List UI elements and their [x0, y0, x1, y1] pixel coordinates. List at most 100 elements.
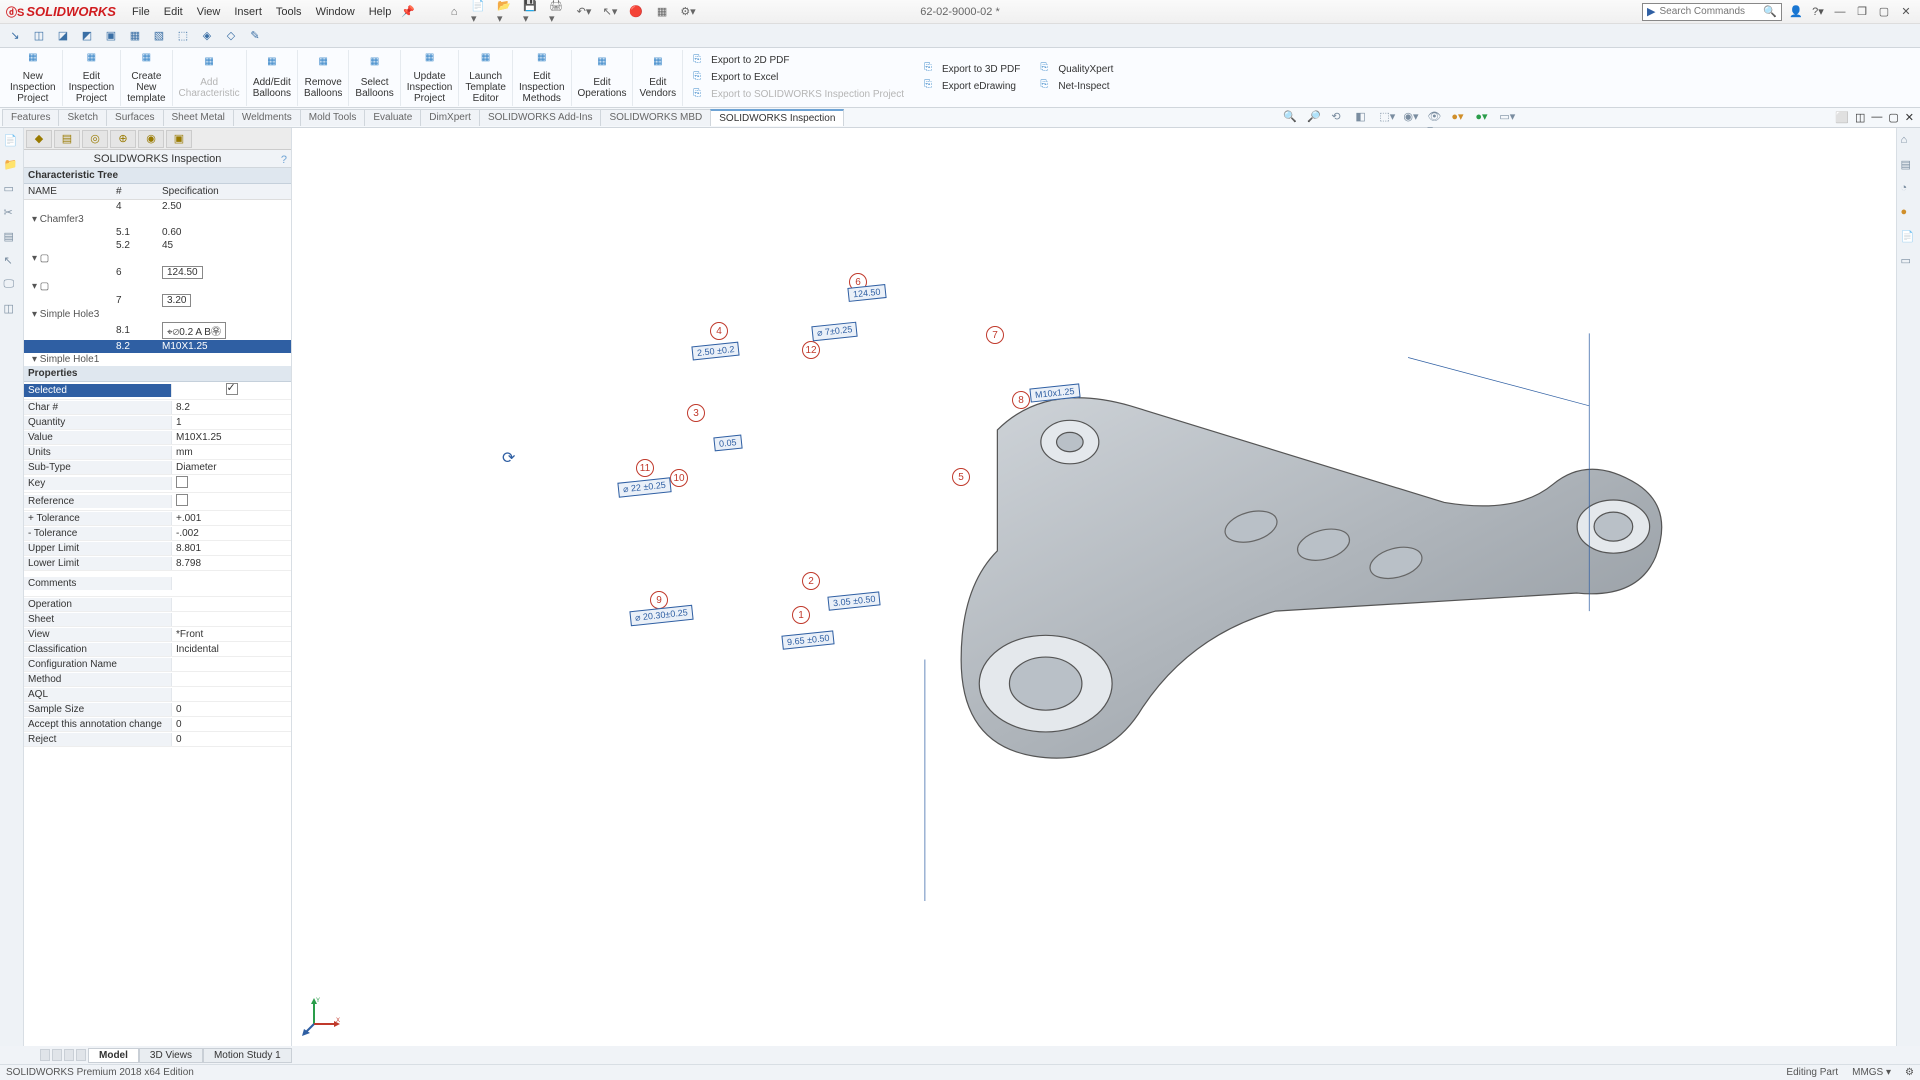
ribbon-btn-4[interactable]: ▦Add/EditBalloons — [247, 50, 298, 106]
fm-tab-1[interactable]: ◆ — [26, 130, 52, 148]
tab-mold-tools[interactable]: Mold Tools — [300, 109, 366, 126]
prop-row[interactable]: Operation — [24, 597, 291, 612]
rr-appearance-icon[interactable]: ◔ — [1901, 182, 1917, 198]
tree-row[interactable]: ▾ Simple Hole3 — [24, 308, 291, 321]
rail-monitor-icon[interactable]: 🖵 — [4, 278, 20, 294]
prop-row[interactable]: Upper Limit8.801 — [24, 541, 291, 556]
viewport-max-icon[interactable]: ▢ — [1888, 111, 1898, 124]
rr-tab-icon[interactable]: ▭ — [1901, 254, 1917, 270]
arrow-icon[interactable]: ↘ — [6, 27, 24, 45]
selected-checkbox[interactable] — [226, 383, 238, 395]
balloon-1[interactable]: 1 — [792, 606, 810, 624]
menu-help[interactable]: Help — [369, 6, 392, 18]
tree-row[interactable]: 5.10.60 — [24, 226, 291, 239]
ribbon-mini-1-1[interactable]: ⎘Export eDrawing — [920, 78, 1024, 94]
prop-row[interactable]: Unitsmm — [24, 445, 291, 460]
rail-folder-icon[interactable]: 📁 — [4, 158, 20, 174]
menu-edit[interactable]: Edit — [164, 6, 183, 18]
prop-row[interactable]: Key — [24, 475, 291, 493]
tree-row[interactable]: 73.20 — [24, 293, 291, 308]
tab-evaluate[interactable]: Evaluate — [364, 109, 421, 126]
bottom-tab-3d-views[interactable]: 3D Views — [139, 1048, 203, 1063]
ribbon-mini-2-0[interactable]: ⎘QualityXpert — [1036, 61, 1117, 77]
rail-stack-icon[interactable]: ▤ — [4, 230, 20, 246]
scene-icon[interactable]: ●▾ — [1475, 110, 1491, 126]
balloon-2[interactable]: 2 — [802, 572, 820, 590]
ribbon-btn-9[interactable]: ▦EditInspectionMethods — [513, 50, 572, 106]
checkbox[interactable] — [176, 494, 188, 506]
prop-row[interactable]: Reference — [24, 493, 291, 511]
rr-home-icon[interactable]: ⌂ — [1901, 134, 1917, 150]
prop-row[interactable]: Lower Limit8.798 — [24, 556, 291, 571]
prop-row[interactable]: Method — [24, 672, 291, 687]
rail-doc-icon[interactable]: 📄 — [4, 134, 20, 150]
bottom-tab-motion-study-1[interactable]: Motion Study 1 — [203, 1048, 292, 1063]
ribbon-btn-10[interactable]: ▦EditOperations — [572, 50, 634, 106]
fm-tab-2[interactable]: ▤ — [54, 130, 80, 148]
ribbon-mini-1-0[interactable]: ⎘Export to 3D PDF — [920, 61, 1024, 77]
bottom-tab-model[interactable]: Model — [88, 1048, 139, 1063]
menu-tools[interactable]: Tools — [276, 6, 302, 18]
cube6-icon[interactable]: ▧ — [150, 27, 168, 45]
prop-row[interactable]: ClassificationIncidental — [24, 642, 291, 657]
select-icon[interactable]: ↖▾ — [601, 3, 619, 21]
rr-doc-icon[interactable]: 📄 — [1901, 230, 1917, 246]
checkbox[interactable] — [176, 476, 188, 488]
tab-sheet-metal[interactable]: Sheet Metal — [163, 109, 234, 126]
menu-view[interactable]: View — [197, 6, 221, 18]
prop-row[interactable]: Sample Size0 — [24, 702, 291, 717]
ribbon-btn-11[interactable]: ▦EditVendors — [633, 50, 683, 106]
settings-icon[interactable]: ⚙▾ — [679, 3, 697, 21]
tree-row[interactable]: 6124.50 — [24, 265, 291, 280]
prop-row[interactable]: Sub-TypeDiameter — [24, 460, 291, 475]
3d-viewport[interactable]: ⟳ 123456789101112 9.65 ±0.503.05 ±0.5012… — [292, 128, 1896, 1046]
box2-icon[interactable]: ◈ — [198, 27, 216, 45]
maximize-icon[interactable]: ▢ — [1876, 4, 1892, 20]
balloon-11[interactable]: 11 — [636, 459, 654, 477]
help-icon[interactable]: ?▾ — [1810, 4, 1826, 20]
tree-row[interactable]: ▾ ▢ — [24, 280, 291, 293]
prop-row[interactable]: Accept this annotation change0 — [24, 717, 291, 732]
tree-row[interactable]: 8.1⌖⌀0.2 A B㉾ — [24, 321, 291, 340]
tree-row[interactable]: ▾ Chamfer3 — [24, 213, 291, 226]
balloon-10[interactable]: 10 — [670, 469, 688, 487]
search-icon[interactable]: 🔍 — [1763, 5, 1777, 18]
status-units[interactable]: MMGS ▾ — [1852, 1067, 1891, 1078]
balloon-5[interactable]: 5 — [952, 468, 970, 486]
search-input[interactable] — [1659, 6, 1763, 17]
ribbon-btn-6[interactable]: ▦SelectBalloons — [349, 50, 400, 106]
prop-row[interactable]: Comments — [24, 571, 291, 597]
ribbon-btn-2[interactable]: ▦CreateNewtemplate — [121, 50, 172, 106]
menu-file[interactable]: File — [132, 6, 150, 18]
cube-icon[interactable]: ◫ — [30, 27, 48, 45]
pencil-icon[interactable]: ✎ — [246, 27, 264, 45]
tree-row[interactable]: 42.50 — [24, 200, 291, 213]
tab-sketch[interactable]: Sketch — [58, 109, 107, 126]
balloon-8[interactable]: 8 — [1012, 391, 1030, 409]
status-gear-icon[interactable]: ⚙ — [1905, 1067, 1914, 1078]
undo-icon[interactable]: ↶▾ — [575, 3, 593, 21]
rr-orb-icon[interactable]: ● — [1901, 206, 1917, 222]
user-icon[interactable]: 👤 — [1788, 4, 1804, 20]
new-icon[interactable]: 📄▾ — [471, 3, 489, 21]
minimize-icon[interactable]: — — [1832, 4, 1848, 20]
cube3-icon[interactable]: ◩ — [78, 27, 96, 45]
prop-row[interactable]: - Tolerance-.002 — [24, 526, 291, 541]
zoom-area-icon[interactable]: 🔎 — [1307, 110, 1323, 126]
ribbon-btn-7[interactable]: ▦UpdateInspectionProject — [401, 50, 460, 106]
box3-icon[interactable]: ◇ — [222, 27, 240, 45]
box-icon[interactable]: ⬚ — [174, 27, 192, 45]
tree-row[interactable]: ▾ ▢ — [24, 252, 291, 265]
rail-select-icon[interactable]: ↖ — [4, 254, 20, 270]
rail-copy-icon[interactable]: ◫ — [4, 302, 20, 318]
balloon-7[interactable]: 7 — [986, 326, 1004, 344]
tab-dimxpert[interactable]: DimXpert — [420, 109, 480, 126]
viewport-expand-icon[interactable]: ⬜ — [1835, 111, 1849, 124]
close-icon[interactable]: ✕ — [1898, 4, 1914, 20]
tab-features[interactable]: Features — [2, 109, 59, 126]
print-icon[interactable]: 🖨▾ — [549, 3, 567, 21]
search-run-icon[interactable]: ▶ — [1647, 5, 1655, 18]
properties-grid[interactable]: Selected Char #8.2Quantity1ValueM10X1.25… — [24, 382, 291, 1046]
tab-weldments[interactable]: Weldments — [233, 109, 301, 126]
rr-tree-icon[interactable]: ▤ — [1901, 158, 1917, 174]
